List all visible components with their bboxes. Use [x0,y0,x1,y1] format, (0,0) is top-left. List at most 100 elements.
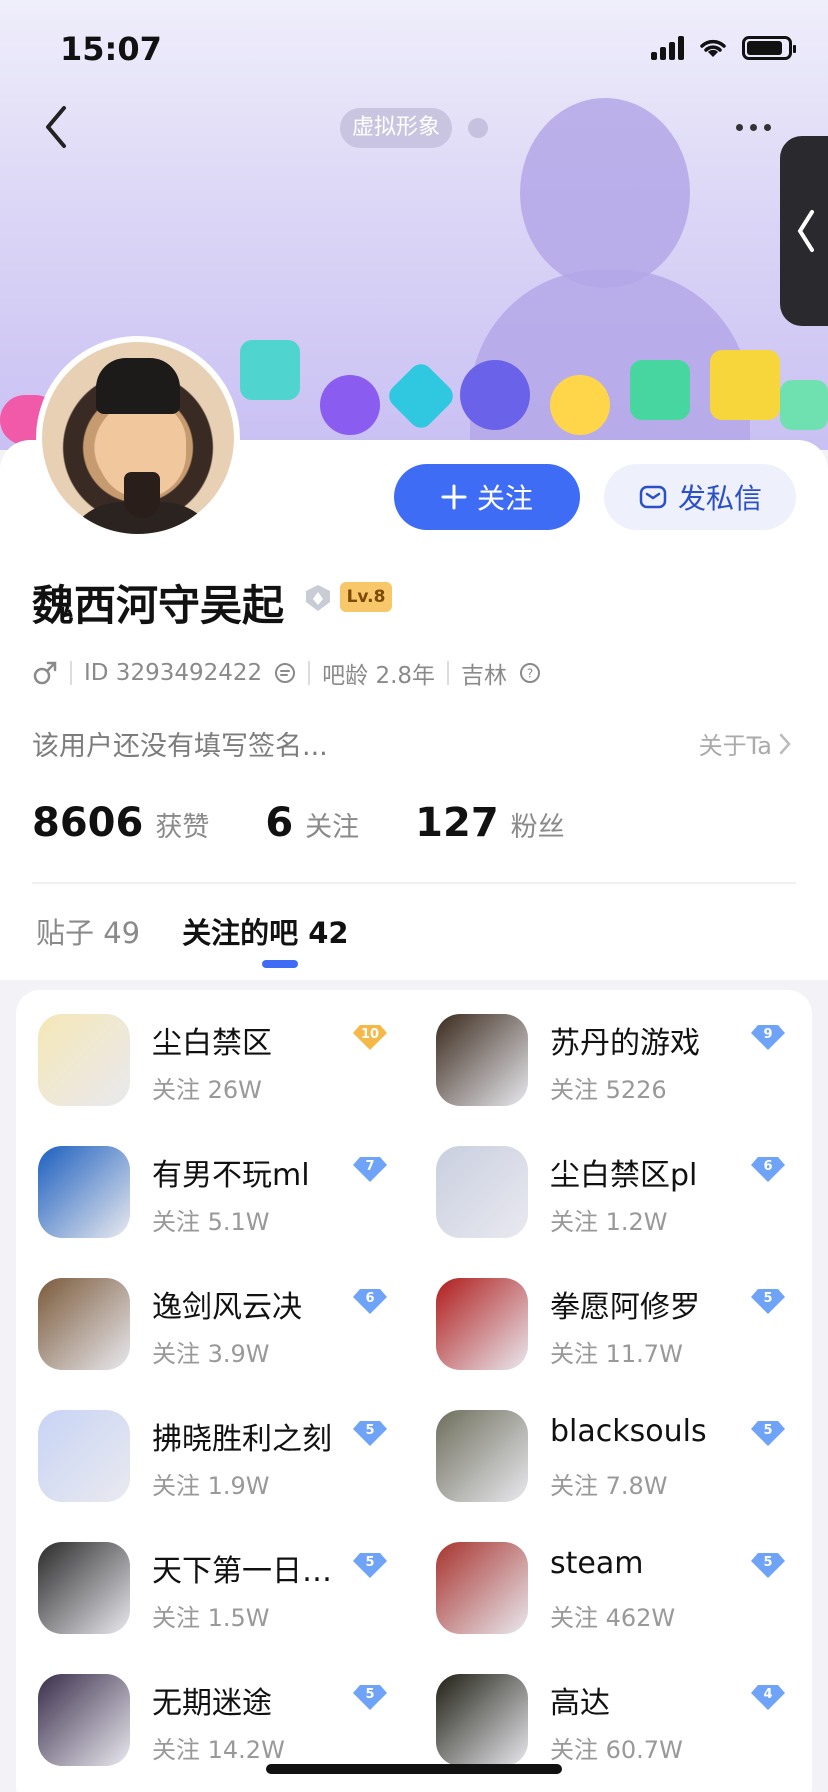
forum-item[interactable]: 天下第一日… 关注 1.5W 5 [16,1524,414,1656]
forum-level-badge: 9 [750,1022,786,1052]
forum-level-badge: 10 [352,1022,388,1052]
forum-item[interactable]: steam 关注 462W 5 [414,1524,812,1656]
forum-level-value: 5 [365,1555,375,1570]
forum-icon [436,1674,528,1766]
user-bio: 该用户还没有填写签名... [32,731,328,762]
forum-followers: 关注 3.9W [152,1340,270,1368]
side-drawer-handle[interactable] [780,136,828,326]
forum-name: 拂晓胜利之刻 [152,1422,332,1457]
forum-name: 逸剑风云决 [152,1290,302,1325]
chevron-left-icon [797,210,814,252]
stat-fans[interactable]: 127 粉丝 [415,800,565,846]
forum-icon [38,1674,130,1766]
stat-value: 8606 [32,800,144,846]
forum-level-value: 4 [763,1687,773,1702]
help-icon[interactable]: ? [519,662,541,684]
forum-icon [38,1278,130,1370]
forum-item[interactable]: 尘白禁区关注 26W 10 [16,996,414,1128]
status-time: 15:07 [60,30,162,68]
forum-level-badge: 5 [750,1550,786,1580]
forum-followers: 关注 11.7W [550,1340,683,1368]
battery-icon [742,36,796,60]
forum-icon [38,1146,130,1238]
wifi-icon [700,39,726,57]
stat-likes: 8606 获赞 [32,800,209,846]
forum-followers: 关注 5.1W [152,1208,270,1236]
forum-level-badge: 5 [352,1418,388,1448]
back-icon[interactable] [38,102,78,152]
stats-row: 8606 获赞 6 关注 127 粉丝 [32,800,621,846]
forum-level-value: 5 [365,1423,375,1438]
decoration [780,380,828,430]
forum-level-badge: 5 [750,1418,786,1448]
divider [32,882,796,884]
forum-item[interactable]: 拂晓胜利之刻关注 1.9W 5 [16,1392,414,1524]
forum-level-badge: 5 [352,1682,388,1712]
forum-followers: 关注 14.2W [152,1736,285,1764]
forum-name: 有男不玩ml [152,1158,310,1193]
forum-icon [38,1410,130,1502]
forum-followers: 关注 462W [550,1604,676,1632]
stat-following[interactable]: 6 关注 [265,800,359,846]
forum-level-badge: 6 [352,1286,388,1316]
forum-followers: 关注 5226 [550,1076,667,1104]
level-badge[interactable]: Lv.8 [340,582,392,612]
avatar-silhouette [520,98,690,288]
avatar[interactable] [36,336,240,540]
forum-name: 尘白禁区pl [550,1158,698,1193]
forum-level-badge: 5 [352,1550,388,1580]
signal-icon [651,36,684,60]
forum-followers: 关注 1.9W [152,1472,270,1500]
forum-name: 无期迷途 [152,1686,272,1721]
decoration [710,350,780,420]
decoration [460,360,530,430]
forum-icon [436,1014,528,1106]
forum-item[interactable]: 拳愿阿修罗 关注 11.7W 5 [414,1260,812,1392]
forum-icon [436,1146,528,1238]
forum-name: 尘白禁区 [152,1026,272,1061]
username: 魏西河守吴起 [32,581,285,630]
follow-button-label: 关注 [476,482,533,515]
forum-item[interactable]: 逸剑风云决关注 3.9W 6 [16,1260,414,1392]
decoration [630,360,690,420]
tab-followed-bars[interactable]: 关注的吧 42 [182,910,348,952]
decoration [384,359,458,433]
more-options-icon[interactable] [736,112,784,142]
message-button[interactable]: 发私信 [604,464,796,530]
member-badge-icon[interactable] [302,582,334,614]
forum-item[interactable]: 有男不玩ml 关注 5.1W 7 [16,1128,414,1260]
forum-name: 苏丹的游戏 [550,1026,700,1061]
forum-item[interactable]: blacksouls 关注 7.8W 5 [414,1392,812,1524]
forum-item[interactable]: 苏丹的游戏关注 5226 9 [414,996,812,1128]
forum-name: 天下第一日… [152,1554,332,1589]
tag-dot [468,118,488,138]
forum-level-value: 5 [365,1687,375,1702]
bar-age: 吧龄 2.8年 [322,663,436,689]
profile-meta: ID 3293492422 吧龄 2.8年 吉林 ? [32,656,541,690]
stat-value: 6 [265,800,294,846]
forum-name: 高达 [550,1686,610,1721]
stat-value: 127 [415,800,499,846]
message-button-label: 发私信 [677,482,762,515]
home-indicator[interactable] [266,1764,562,1774]
tab-posts[interactable]: 贴子 49 [36,910,140,952]
forum-level-badge: 4 [750,1682,786,1712]
forum-icon [436,1278,528,1370]
forum-name: blacksouls [550,1414,707,1449]
copy-icon[interactable] [274,662,296,684]
forum-icon [436,1542,528,1634]
forum-followers: 关注 60.7W [550,1736,683,1764]
forum-icon [38,1542,130,1634]
forum-followers: 关注 1.5W [152,1604,270,1632]
stat-label: 粉丝 [510,812,565,843]
follow-button[interactable]: 关注 [394,464,580,530]
decoration [320,375,380,435]
decoration [240,340,300,400]
forum-level-badge: 7 [352,1154,388,1184]
forum-followers: 关注 26W [152,1076,262,1104]
followed-bars-list: 尘白禁区 关注 26W 10 苏丹的游戏 关注 5226 9 有男不玩ml 关注 5.1W 7 尘… [16,990,812,1792]
forum-item[interactable]: 尘白禁区pl 关注 1.2W 6 [414,1128,812,1260]
virtual-avatar-tag[interactable]: 虚拟形象 [340,108,453,148]
forum-level-value: 6 [763,1159,773,1174]
about-link[interactable]: 关于Ta [699,726,792,761]
